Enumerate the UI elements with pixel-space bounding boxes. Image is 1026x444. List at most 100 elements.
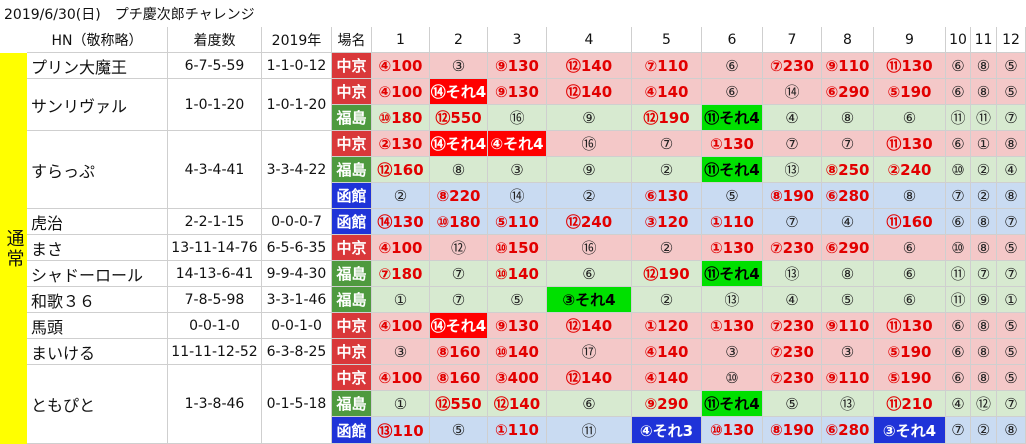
player-year[interactable]: 0-0-1-0 xyxy=(262,313,332,339)
race-cell[interactable]: ⑪ xyxy=(547,417,632,444)
race-cell[interactable]: ⑦ xyxy=(632,131,702,157)
player-record[interactable]: 1-3-8-46 xyxy=(168,365,262,444)
race-cell[interactable]: ⑯ xyxy=(488,105,547,131)
race-cell[interactable]: ⑪それ4 xyxy=(702,391,763,417)
race-cell[interactable]: ⑩180 xyxy=(430,209,488,235)
race-cell[interactable]: ⑬110 xyxy=(372,417,430,444)
race-cell[interactable]: ⑪それ4 xyxy=(702,157,763,183)
race-cell[interactable]: ⑧ xyxy=(997,183,1026,209)
race-cell[interactable]: ①110 xyxy=(702,209,763,235)
race-cell[interactable]: ⑭それ4 xyxy=(430,131,488,157)
race-cell[interactable]: ⑪130 xyxy=(874,53,946,79)
race-cell[interactable]: ⑤ xyxy=(997,79,1026,105)
race-cell[interactable]: ⑧190 xyxy=(763,183,822,209)
race-cell[interactable]: ④100 xyxy=(372,79,430,105)
race-cell[interactable]: ⑥ xyxy=(946,339,971,365)
race-cell[interactable]: ⑧ xyxy=(874,183,946,209)
race-cell[interactable]: ①130 xyxy=(702,313,763,339)
race-cell[interactable]: ③120 xyxy=(632,209,702,235)
header-year[interactable]: 2019年 xyxy=(262,27,332,53)
player-record[interactable]: 13-11-14-76 xyxy=(168,235,262,261)
race-cell[interactable]: ⑪ xyxy=(946,261,971,287)
race-cell[interactable]: ⑫ xyxy=(971,391,997,417)
venue-cell[interactable]: 函館 xyxy=(332,417,372,444)
venue-cell[interactable]: 中京 xyxy=(332,53,372,79)
race-cell[interactable]: ⑦ xyxy=(430,287,488,313)
race-cell[interactable]: ⑫140 xyxy=(488,391,547,417)
race-cell[interactable]: ⑩ xyxy=(946,235,971,261)
race-cell[interactable]: ⑥ xyxy=(946,365,971,391)
race-cell[interactable]: ⑦ xyxy=(997,105,1026,131)
header-venue[interactable]: 場名 xyxy=(332,27,372,53)
venue-cell[interactable]: 福島 xyxy=(332,105,372,131)
race-cell[interactable]: ⑥ xyxy=(874,235,946,261)
header-race-11[interactable]: 11 xyxy=(971,27,997,53)
race-cell[interactable]: ⑥ xyxy=(946,209,971,235)
header-race-4[interactable]: 4 xyxy=(547,27,632,53)
race-cell[interactable]: ④100 xyxy=(372,365,430,391)
race-cell[interactable]: ⑧ xyxy=(997,131,1026,157)
race-cell[interactable]: ⑦230 xyxy=(763,53,822,79)
race-cell[interactable]: ⑥ xyxy=(946,131,971,157)
player-record[interactable]: 11-11-12-52 xyxy=(168,339,262,365)
race-cell[interactable]: ⑫190 xyxy=(632,105,702,131)
venue-cell[interactable]: 中京 xyxy=(332,313,372,339)
race-cell[interactable]: ⑧160 xyxy=(430,365,488,391)
header-race-5[interactable]: 5 xyxy=(632,27,702,53)
race-cell[interactable]: ⑤190 xyxy=(874,339,946,365)
header-race-8[interactable]: 8 xyxy=(822,27,874,53)
race-cell[interactable]: ⑥ xyxy=(702,79,763,105)
race-cell[interactable]: ⑧ xyxy=(822,261,874,287)
race-cell[interactable]: ⑦ xyxy=(946,183,971,209)
race-cell[interactable]: ⑦110 xyxy=(632,53,702,79)
race-cell[interactable]: ⑪160 xyxy=(874,209,946,235)
race-cell[interactable]: ② xyxy=(971,157,997,183)
race-cell[interactable]: ⑥ xyxy=(702,53,763,79)
race-cell[interactable]: ①130 xyxy=(702,131,763,157)
race-cell[interactable]: ⑩140 xyxy=(488,339,547,365)
race-cell[interactable]: ⑦ xyxy=(946,417,971,444)
race-cell[interactable]: ③400 xyxy=(488,365,547,391)
race-cell[interactable]: ② xyxy=(372,183,430,209)
venue-cell[interactable]: 中京 xyxy=(332,339,372,365)
race-cell[interactable]: ⑥280 xyxy=(822,417,874,444)
venue-cell[interactable]: 中京 xyxy=(332,79,372,105)
race-cell[interactable]: ⑨ xyxy=(971,287,997,313)
player-name[interactable]: サンリヴァル xyxy=(27,79,168,131)
race-cell[interactable]: ①110 xyxy=(488,417,547,444)
race-cell[interactable]: ⑤ xyxy=(997,313,1026,339)
race-cell[interactable]: ⑧ xyxy=(822,105,874,131)
race-cell[interactable]: ⑨290 xyxy=(632,391,702,417)
race-cell[interactable]: ⑦180 xyxy=(372,261,430,287)
race-cell[interactable]: ⑧220 xyxy=(430,183,488,209)
race-cell[interactable]: ⑤ xyxy=(763,391,822,417)
race-cell[interactable]: ⑪ xyxy=(971,105,997,131)
header-race-12[interactable]: 12 xyxy=(997,27,1026,53)
header-hn[interactable]: HN（敬称略） xyxy=(27,27,168,53)
race-cell[interactable]: ⑭ xyxy=(488,183,547,209)
venue-cell[interactable]: 中京 xyxy=(332,131,372,157)
race-cell[interactable]: ④ xyxy=(946,391,971,417)
header-race-10[interactable]: 10 xyxy=(946,27,971,53)
race-cell[interactable]: ⑨ xyxy=(547,157,632,183)
venue-cell[interactable]: 福島 xyxy=(332,391,372,417)
race-cell[interactable]: ⑤ xyxy=(488,287,547,313)
race-cell[interactable]: ⑨110 xyxy=(822,53,874,79)
header-record[interactable]: 着度数 xyxy=(168,27,262,53)
race-cell[interactable]: ⑥ xyxy=(946,53,971,79)
race-cell[interactable]: ④140 xyxy=(632,365,702,391)
race-cell[interactable]: ⑪ xyxy=(946,105,971,131)
player-name[interactable]: まいける xyxy=(27,339,168,365)
race-cell[interactable]: ② xyxy=(547,183,632,209)
race-cell[interactable]: ② xyxy=(632,235,702,261)
race-cell[interactable]: ⑤ xyxy=(822,287,874,313)
race-cell[interactable]: ④100 xyxy=(372,313,430,339)
race-cell[interactable]: ⑪ xyxy=(946,287,971,313)
player-year[interactable]: 6-5-6-35 xyxy=(262,235,332,261)
race-cell[interactable]: ⑯ xyxy=(547,131,632,157)
race-cell[interactable]: ⑦ xyxy=(763,209,822,235)
player-record[interactable]: 6-7-5-59 xyxy=(168,53,262,79)
race-cell[interactable]: ④それ4 xyxy=(488,131,547,157)
player-record[interactable]: 0-0-1-0 xyxy=(168,313,262,339)
player-name[interactable]: 馬頭 xyxy=(27,313,168,339)
